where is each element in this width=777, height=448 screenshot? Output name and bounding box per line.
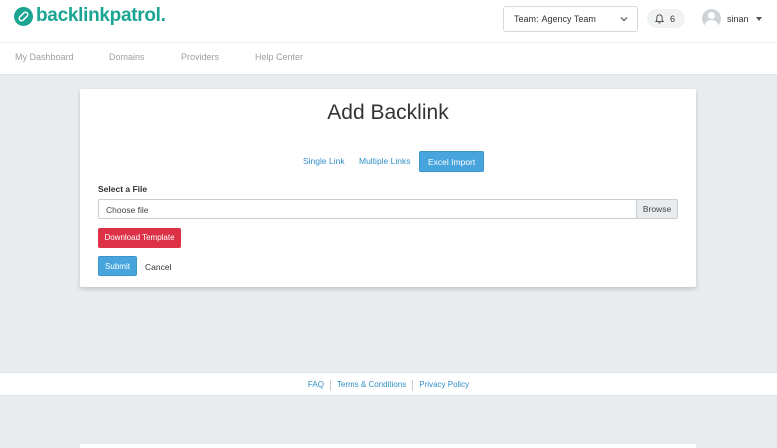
browse-button[interactable]: Browse [636,200,677,218]
import-mode-tabs: Single Link Multiple Links Excel Import [80,151,696,173]
notification-count: 6 [670,13,676,24]
file-field-label: Select a File [98,184,148,194]
nav-item-domains[interactable]: Domains [109,52,145,62]
cancel-button[interactable]: Cancel [145,262,171,272]
footer-link-faq[interactable]: FAQ [302,380,330,391]
link-icon [14,6,33,26]
top-header: backlinkpatrol. Team: Agency Team 6 sina… [0,0,777,43]
tab-excel-import[interactable]: Excel Import [419,151,485,172]
file-input[interactable]: Choose file Browse [98,199,678,219]
footer: FAQ Terms & Conditions Privacy Policy [0,372,777,396]
user-name: sinan [727,13,749,24]
footer-links: FAQ Terms & Conditions Privacy Policy [0,380,777,391]
avatar [702,9,721,28]
caret-down-icon [755,16,762,21]
main-nav: My Dashboard Domains Providers Help Cent… [0,43,777,75]
brand-name: backlinkpatrol. [36,5,166,26]
team-select-label: Team: [514,14,539,24]
nav-item-dashboard[interactable]: My Dashboard [15,52,74,62]
bottom-card-edge [80,444,696,448]
team-select[interactable]: Team: Agency Team [503,6,638,32]
nav-item-help-center[interactable]: Help Center [255,52,303,62]
submit-button[interactable]: Submit [98,256,137,276]
nav-item-providers[interactable]: Providers [181,52,219,62]
tab-multiple-links[interactable]: Multiple Links [351,151,419,172]
brand-logo[interactable]: backlinkpatrol. [14,6,166,26]
user-menu[interactable]: sinan [702,9,762,28]
file-input-placeholder: Choose file [106,205,149,215]
add-backlink-card: Add Backlink Single Link Multiple Links … [80,89,696,287]
download-template-button[interactable]: Download Template [98,228,181,248]
bell-icon [655,13,664,24]
team-select-value: Agency Team [541,14,596,24]
tab-single-link[interactable]: Single Link [295,151,353,172]
notifications-button[interactable]: 6 [647,9,685,28]
footer-link-terms[interactable]: Terms & Conditions [331,380,412,391]
chevron-down-icon [620,15,628,25]
page-title: Add Backlink [327,101,449,124]
footer-link-privacy[interactable]: Privacy Policy [413,380,475,391]
